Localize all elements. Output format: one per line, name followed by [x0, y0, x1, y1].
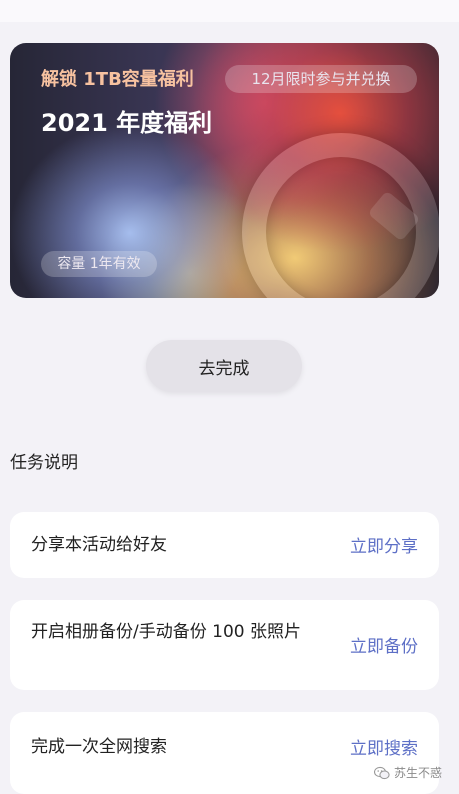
task-text: 开启相册备份/手动备份 100 张照片: [31, 622, 301, 642]
banner-title: 解锁 1TB容量福利: [41, 69, 194, 90]
promo-banner[interactable]: 解锁 1TB容量福利 12月限时参与并兑换 2021 年度福利 容量 1年有效: [10, 43, 439, 298]
task-text: 完成一次全网搜索: [31, 737, 167, 757]
task-card-share: 分享本活动给好友 立即分享: [10, 512, 439, 578]
task-text: 分享本活动给好友: [31, 535, 167, 555]
backup-now-link[interactable]: 立即备份: [350, 632, 418, 657]
task-card-backup: 开启相册备份/手动备份 100 张照片 立即备份: [10, 600, 439, 690]
top-bar: [0, 0, 459, 22]
watermark-text: 苏生不惑: [394, 766, 443, 780]
banner-heading: 2021 年度福利: [41, 109, 213, 137]
search-now-link[interactable]: 立即搜索: [350, 734, 418, 759]
share-now-link[interactable]: 立即分享: [350, 532, 418, 557]
watermark: 苏生不惑: [374, 764, 442, 781]
task-description-heading: 任务说明: [10, 453, 78, 473]
wechat-icon: [374, 766, 390, 779]
banner-validity-badge: 容量 1年有效: [41, 251, 157, 277]
go-complete-button[interactable]: 去完成: [146, 340, 302, 392]
banner-time-limit-pill: 12月限时参与并兑换: [225, 65, 417, 93]
task-card-search: 完成一次全网搜索 立即搜索: [10, 712, 439, 794]
